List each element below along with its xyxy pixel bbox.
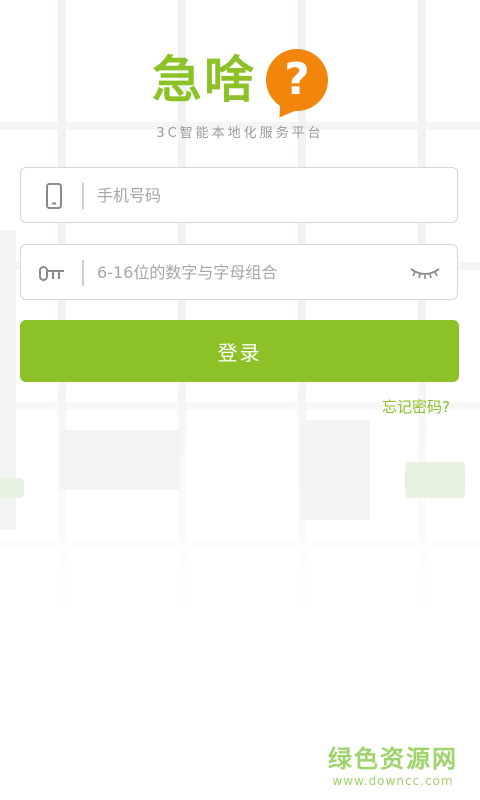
field-divider — [82, 260, 84, 286]
watermark: 绿色资源网 www.downcc.com — [328, 739, 458, 788]
password-field[interactable] — [20, 244, 458, 300]
eye-closed-icon[interactable] — [409, 263, 441, 283]
key-icon — [39, 266, 64, 281]
map-park — [0, 478, 24, 498]
watermark-url: www.downcc.com — [332, 774, 454, 788]
brand-name: 急啥 — [152, 51, 256, 109]
map-park — [405, 462, 465, 498]
map-block — [60, 430, 180, 490]
map-block — [300, 420, 370, 520]
phone-field[interactable] — [20, 167, 458, 223]
phone-input[interactable] — [97, 168, 397, 222]
password-input[interactable] — [97, 245, 397, 299]
logo-symbol: ? — [284, 54, 310, 105]
phone-icon — [46, 183, 62, 209]
logo: 急啥 ? 3C智能本地化服务平台 — [0, 48, 480, 141]
slogan: 3C智能本地化服务平台 — [156, 126, 324, 141]
forgot-password-link[interactable]: 忘记密码? — [382, 396, 450, 417]
field-divider — [82, 183, 84, 209]
question-badge-icon: ? — [266, 49, 328, 111]
login-button[interactable]: 登录 — [20, 320, 459, 382]
watermark-title: 绿色资源网 — [328, 745, 458, 773]
